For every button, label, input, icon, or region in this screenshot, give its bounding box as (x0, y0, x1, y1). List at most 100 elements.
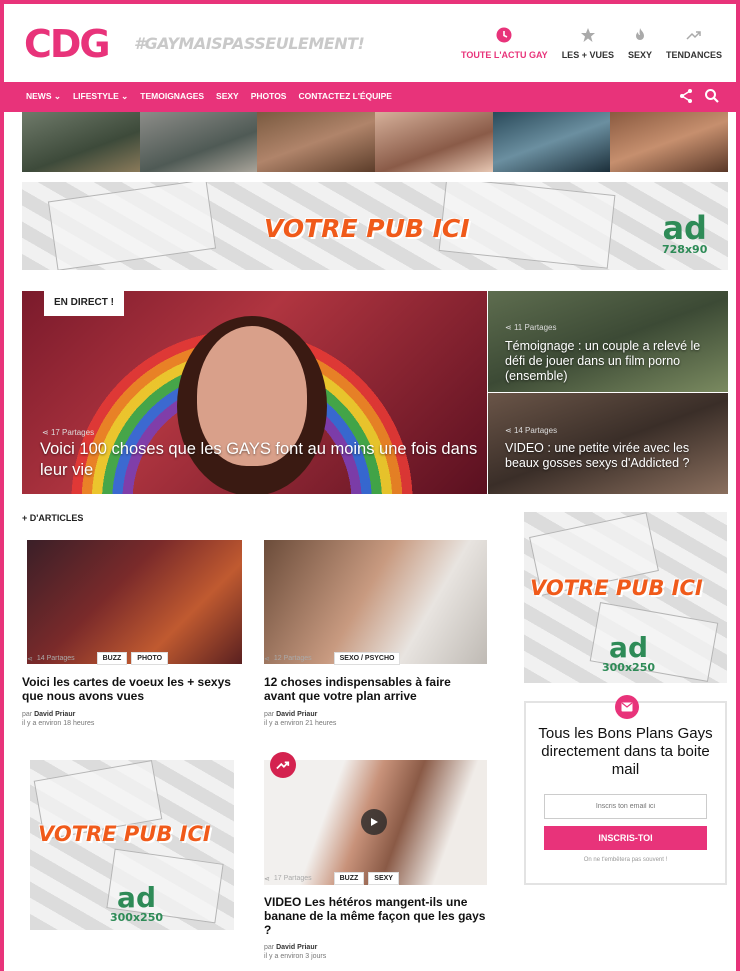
topnav-toute-actu[interactable]: TOUTE L'ACTU GAY (461, 26, 548, 60)
share-icon: ⋖ (505, 426, 514, 435)
topnav-label: TENDANCES (665, 50, 722, 60)
subscribe-button[interactable]: INSCRIS-TOI (544, 826, 707, 850)
author-name[interactable]: David Priaur (276, 944, 317, 951)
tag-badge[interactable]: SEXO / PSYCHO (333, 652, 401, 665)
site-logo[interactable]: CDG (24, 22, 111, 66)
flame-icon (631, 26, 649, 44)
side-shares: ⋖ 11 Partages (505, 323, 556, 332)
menu-item-contact[interactable]: CONTACTEZ L'ÉQUIPE (298, 91, 391, 102)
newsletter-box: Tous les Bons Plans Gays directement dan… (524, 695, 727, 885)
top-navigation: TOUTE L'ACTU GAY LES + VUES SEXY TENDANC… (461, 26, 722, 60)
ad-bill (47, 182, 217, 270)
menu-item-news[interactable]: NEWS ⌄ (26, 91, 61, 102)
article-shares: 14 Partages (36, 655, 75, 662)
strip-photo[interactable] (22, 112, 140, 172)
ad-logo: ad 300x250 (602, 631, 656, 674)
menu-item-sexy[interactable]: SEXY (216, 91, 239, 102)
article-title[interactable]: 12 choses indispensables à faire avant q… (264, 675, 484, 703)
newsletter-title: Tous les Bons Plans Gays directement dan… (538, 725, 713, 778)
article-image[interactable] (264, 540, 487, 664)
tag-badge[interactable]: BUZZ (333, 872, 365, 885)
side-article[interactable]: ⋖ 11 Partages Témoignage : un couple a r… (488, 291, 728, 392)
ad-text: VOTRE PUB ICI (38, 822, 211, 846)
content-ad[interactable]: VOTRE PUB ICI ad 300x250 (30, 760, 234, 930)
author-name[interactable]: David Priaur (276, 711, 317, 718)
hero-article[interactable]: EN DIRECT ! ⋖ 17 Partages Voici 100 chos… (22, 291, 487, 494)
strip-photo[interactable] (375, 112, 493, 172)
share-icon[interactable] (678, 88, 694, 109)
article-author: par David Priaur il y a environ 21 heure… (264, 710, 336, 728)
menu-item-temoignages[interactable]: TEMOIGNAGES (140, 91, 204, 102)
ad-logo-text: ad (117, 881, 156, 914)
sidebar-ad[interactable]: VOTRE PUB ICI ad 300x250 (524, 512, 727, 683)
side-article-title[interactable]: Témoignage : un couple a relevé le défi … (505, 339, 720, 384)
tag-badge[interactable]: PHOTO (131, 652, 169, 665)
hero-title[interactable]: Voici 100 choses que les GAYS font au mo… (40, 439, 480, 481)
tag-badge[interactable]: BUZZ (96, 652, 128, 665)
topnav-label: TOUTE L'ACTU GAY (461, 50, 548, 60)
author-name[interactable]: David Priaur (34, 711, 75, 718)
site-header: CDG #GAYMAISPASSEULEMENT! TOUTE L'ACTU G… (4, 4, 736, 82)
ad-size: 300x250 (602, 661, 656, 674)
ad-logo: ad 728x90 (662, 212, 707, 255)
article-time: il y a environ 3 jours (264, 953, 327, 960)
article-meta: ⋖ 17 Partages BUZZ SEXY (264, 872, 399, 885)
ad-size: 728x90 (662, 243, 708, 256)
trending-icon (270, 752, 296, 778)
article-author: par David Priaur il y a environ 3 jours (264, 943, 326, 961)
mail-icon (615, 695, 639, 719)
share-icon: ⋖ (42, 428, 51, 437)
clock-icon (495, 26, 513, 44)
strip-photo[interactable] (492, 112, 611, 172)
article-meta: ⋖ 14 Partages BUZZ PHOTO (27, 652, 169, 665)
share-icon: ⋖ (27, 655, 33, 663)
share-icon: ⋖ (264, 655, 270, 663)
main-menu: NEWS ⌄ LIFESTYLE ⌄ TEMOIGNAGES SEXY PHOT… (26, 91, 392, 102)
hero-shares: ⋖ 17 Partages (42, 428, 94, 437)
side-article[interactable]: ⋖ 14 Partages VIDEO : une petite virée a… (488, 393, 728, 494)
article-image[interactable] (27, 540, 242, 664)
share-icon: ⋖ (505, 323, 514, 332)
ad-logo: ad 300x250 (110, 881, 164, 924)
banner-ad[interactable]: VOTRE PUB ICI ad 728x90 (22, 182, 728, 270)
side-shares-count: 11 Partages (513, 323, 557, 332)
article-shares: 17 Partages (273, 875, 312, 882)
strip-photo[interactable] (139, 112, 258, 172)
side-shares-count: 14 Partages (513, 426, 558, 435)
ad-size: 300x250 (110, 911, 164, 924)
topnav-sexy[interactable]: SEXY (628, 26, 652, 60)
author-prefix: par (264, 711, 275, 718)
strip-photo[interactable] (610, 112, 729, 172)
newsletter-email-input[interactable] (544, 794, 707, 819)
topnav-les-plus-vues[interactable]: LES + VUES (562, 26, 614, 60)
article-title[interactable]: VIDEO Les hétéros mangent-ils une banane… (264, 895, 486, 937)
article-meta: ⋖ 12 Partages SEXO / PSYCHO (264, 652, 401, 665)
topnav-label: SEXY (627, 50, 652, 60)
article-time: il y a environ 21 heures (264, 720, 337, 727)
author-prefix: par (264, 944, 275, 951)
menu-item-lifestyle[interactable]: LIFESTYLE ⌄ (73, 91, 128, 102)
ad-text: VOTRE PUB ICI (530, 576, 703, 600)
tag-badge[interactable]: SEXY (368, 872, 399, 885)
menu-icons (678, 88, 720, 109)
play-icon[interactable] (361, 809, 387, 835)
menu-item-photos[interactable]: PHOTOS (251, 91, 287, 102)
search-icon[interactable] (704, 88, 720, 109)
site-tagline: #GAYMAISPASSEULEMENT! (134, 34, 365, 53)
star-icon (579, 26, 597, 44)
topnav-tendances[interactable]: TENDANCES (666, 26, 722, 60)
photo-strip (22, 112, 729, 172)
section-title: + D'ARTICLES (22, 513, 84, 523)
side-shares: ⋖ 14 Partages (505, 426, 557, 435)
article-time: il y a environ 18 heures (22, 720, 95, 727)
article-shares: 12 Partages (273, 655, 312, 662)
ad-logo-text: ad (662, 209, 707, 247)
ad-text: VOTRE PUB ICI (264, 214, 470, 243)
side-article-title[interactable]: VIDEO : une petite virée avec les beaux … (505, 441, 720, 471)
strip-photo[interactable] (257, 112, 376, 172)
article-title[interactable]: Voici les cartes de voeux les + sexys qu… (22, 675, 237, 703)
article-author: par David Priaur il y a environ 18 heure… (22, 710, 94, 728)
ad-logo-text: ad (609, 631, 648, 664)
live-badge: EN DIRECT ! (44, 291, 124, 316)
hero-shares-count: 17 Partages (50, 428, 95, 437)
